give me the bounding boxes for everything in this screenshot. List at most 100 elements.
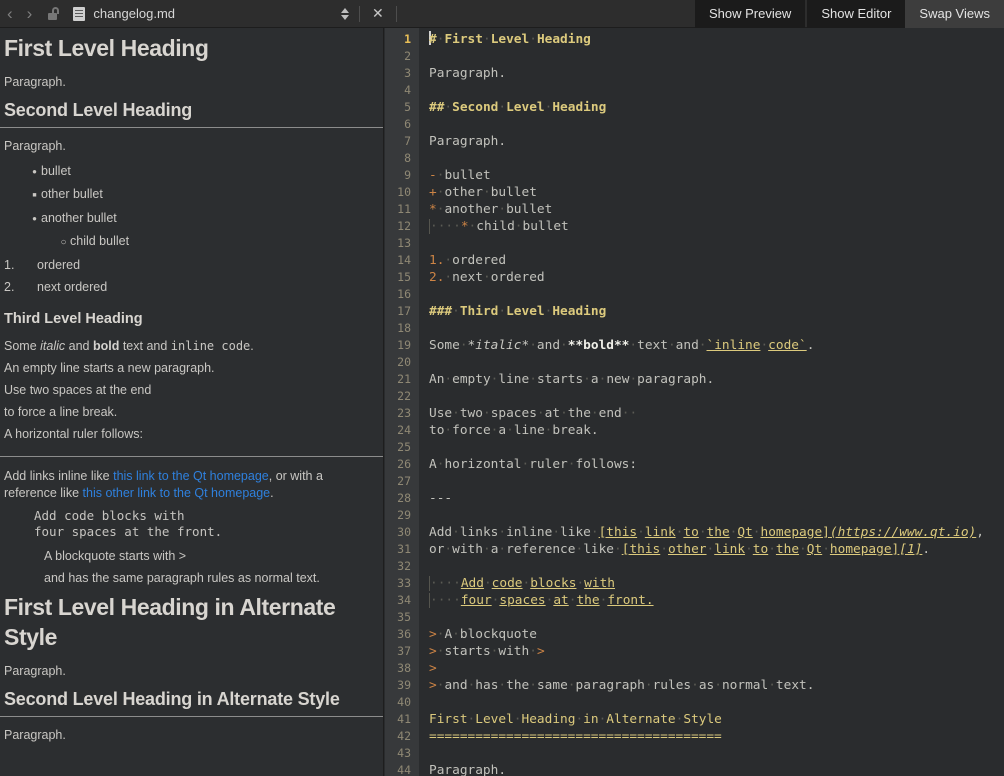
code-line[interactable]: First·Level·Heading·in·Alternate·Style <box>429 711 1004 728</box>
code-line[interactable] <box>429 558 1004 575</box>
code-line[interactable]: to·force·a·line·break. <box>429 422 1004 439</box>
tab-title[interactable]: changelog.md <box>93 6 185 21</box>
swap-views-button[interactable]: Swap Views <box>905 0 1004 28</box>
code-line[interactable]: Some·*italic*·and·**bold**·text·and·`inl… <box>429 337 1004 354</box>
syntax-segment: Paragraph. <box>429 66 506 81</box>
syntax-segment: to·force·a·line·break. <box>429 423 599 438</box>
syntax-segment: (https://www.qt.io) <box>830 525 976 540</box>
document-switcher-icon[interactable] <box>335 8 355 20</box>
preview-code-block: Add code blocks withfour spaces at the f… <box>34 508 379 539</box>
line-number: 19 <box>385 337 419 354</box>
code-line[interactable]: +·other·bullet <box>429 184 1004 201</box>
line-number: 29 <box>385 507 419 524</box>
code-line[interactable]: >·A·blockquote <box>429 626 1004 643</box>
code-line[interactable]: Paragraph. <box>429 65 1004 82</box>
code-line[interactable]: ····Add·code·blocks·with <box>429 575 1004 592</box>
preview-link[interactable]: this link to the Qt homepage <box>113 469 269 483</box>
preview-heading-1: First Level Heading in Alternate Style <box>4 592 379 652</box>
whitespace-dot: · <box>515 218 523 235</box>
syntax-segment: - <box>429 168 437 183</box>
code-line[interactable]: ====================================== <box>429 728 1004 745</box>
line-number: 36 <box>385 626 419 643</box>
whitespace-dot: · <box>546 592 554 609</box>
code-line[interactable] <box>429 82 1004 99</box>
syntax-segment: ###·Third·Level·Heading <box>429 304 606 319</box>
code-line[interactable] <box>429 507 1004 524</box>
code-line[interactable] <box>429 235 1004 252</box>
code-line[interactable] <box>429 48 1004 65</box>
code-line[interactable]: Paragraph. <box>429 762 1004 776</box>
code-line-text: four spaces at the front. <box>34 524 379 540</box>
line-number: 3 <box>385 65 419 82</box>
code-line[interactable] <box>429 354 1004 371</box>
code-line[interactable]: An·empty·line·starts·a·new·paragraph. <box>429 371 1004 388</box>
code-line[interactable] <box>429 320 1004 337</box>
code-line[interactable]: ###·Third·Level·Heading <box>429 303 1004 320</box>
code-line[interactable]: Add·links·inline·like·[this·link·to·the·… <box>429 524 1004 541</box>
syntax-segment: ·starts·with· <box>437 644 537 659</box>
syntax-segment: [1] <box>899 542 922 557</box>
code-line[interactable]: #·First·Level·Heading <box>429 31 1004 48</box>
code-line[interactable]: A·horizontal·ruler·follows: <box>429 456 1004 473</box>
whitespace-dot: · <box>599 711 607 728</box>
code-line[interactable] <box>429 694 1004 711</box>
line-number: 17 <box>385 303 419 320</box>
preview-text-run: bold <box>93 339 119 353</box>
code-line[interactable] <box>429 745 1004 762</box>
whitespace-dot: · <box>491 643 499 660</box>
code-line[interactable]: 2.·next·ordered <box>429 269 1004 286</box>
code-line[interactable]: -·bullet <box>429 167 1004 184</box>
code-line[interactable] <box>429 150 1004 167</box>
disc-bullet-icon: ● <box>30 161 39 183</box>
show-editor-button[interactable]: Show Editor <box>807 0 905 28</box>
whitespace-dot: · <box>437 31 445 48</box>
back-icon[interactable]: ‹ <box>0 1 20 27</box>
unlock-icon[interactable] <box>47 7 61 21</box>
forward-icon[interactable]: › <box>20 1 40 27</box>
whitespace-dot: ·· <box>622 405 637 422</box>
whitespace-dot: · <box>599 371 607 388</box>
syntax-segment: or·with·a·reference·like· <box>429 542 622 557</box>
syntax-segment: ·and·has·the·same·paragraph·rules·as·nor… <box>437 678 815 693</box>
code-line[interactable]: Paragraph. <box>429 133 1004 150</box>
whitespace-dot: · <box>521 456 529 473</box>
line-number: 11 <box>385 201 419 218</box>
show-preview-button[interactable]: Show Preview <box>695 0 805 28</box>
code-line[interactable]: ##·Second·Level·Heading <box>429 99 1004 116</box>
code-line[interactable]: ····*·child·bullet <box>429 218 1004 235</box>
line-number: 22 <box>385 388 419 405</box>
code-line[interactable]: *·another·bullet <box>429 201 1004 218</box>
code-line[interactable] <box>429 439 1004 456</box>
whitespace-dot: · <box>444 269 452 286</box>
code-line[interactable] <box>429 609 1004 626</box>
preview-link[interactable]: this other link to the Qt homepage <box>83 486 271 500</box>
whitespace-dot: · <box>437 677 445 694</box>
code-line[interactable] <box>429 116 1004 133</box>
code-line[interactable]: >·starts·with·> <box>429 643 1004 660</box>
close-icon[interactable]: ✕ <box>364 5 392 22</box>
code-line[interactable]: >·and·has·the·same·paragraph·rules·as·no… <box>429 677 1004 694</box>
whitespace-dot: · <box>545 422 553 439</box>
code-line[interactable]: or·with·a·reference·like·[this·other·lin… <box>429 541 1004 558</box>
code-line[interactable] <box>429 286 1004 303</box>
line-number: 38 <box>385 660 419 677</box>
whitespace-dot: · <box>822 541 830 558</box>
line-number: 40 <box>385 694 419 711</box>
line-number: 24 <box>385 422 419 439</box>
whitespace-dot: · <box>444 99 452 116</box>
whitespace-dot: · <box>568 456 576 473</box>
code-line[interactable] <box>429 388 1004 405</box>
code-line[interactable]: --- <box>429 490 1004 507</box>
code-line[interactable]: ····four·spaces·at·the·front. <box>429 592 1004 609</box>
code-line[interactable]: 1.·ordered <box>429 252 1004 269</box>
code-line[interactable]: > <box>429 660 1004 677</box>
square-bullet-icon: ■ <box>30 185 39 207</box>
toolbar-separator <box>396 6 397 22</box>
whitespace-dot: · <box>545 99 553 116</box>
markdown-preview-pane[interactable]: First Level HeadingParagraph.Second Leve… <box>0 28 384 776</box>
code-line[interactable] <box>429 473 1004 490</box>
editor-code-area[interactable]: #·First·Level·Heading Paragraph. ##·Second… <box>419 28 1004 776</box>
whitespace-dot: · <box>583 371 591 388</box>
preview-paragraph: Paragraph. <box>4 727 379 744</box>
code-line[interactable]: Use·two·spaces·at·the·end·· <box>429 405 1004 422</box>
